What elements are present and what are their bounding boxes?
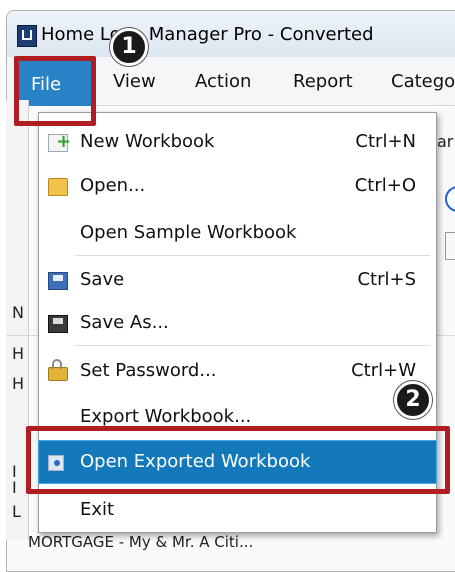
menu-action[interactable]: Action [195,71,251,92]
menu-item-label: Exit [80,499,115,520]
background-row-label: I [12,478,17,497]
menu-item-save[interactable]: Save Ctrl+S [39,259,436,301]
save-disk-icon [48,272,68,290]
menu-item-new-workbook[interactable]: New Workbook Ctrl+N [39,121,436,163]
menu-separator [75,345,430,346]
menu-item-open-sample-workbook[interactable]: Open Sample Workbook [39,212,436,254]
menu-item-shortcut: Ctrl+S [357,269,416,290]
background-row-label: L [12,502,21,521]
window-title: Home Loan Manager Pro - Converted [41,24,374,45]
menu-item-label: New Workbook [80,131,215,152]
background-row-label: H [12,344,25,363]
menu-item-label: Export Workbook... [80,406,252,427]
menu-item-label: Open Sample Workbook [80,222,297,243]
app-house-icon [17,25,37,47]
menu-report[interactable]: Report [293,71,353,92]
menu-item-open[interactable]: Open... Ctrl+O [39,165,436,207]
new-workbook-icon [48,131,71,152]
title-bar: Home Loan Manager Pro - Converted [7,11,455,57]
menu-item-shortcut: Ctrl+N [355,131,416,152]
menu-item-shortcut: Ctrl+O [354,175,416,196]
menu-item-shortcut: Ctrl+W [351,360,416,381]
step-badge-1: 1 [110,28,148,66]
menu-separator [75,255,430,256]
save-as-icon [48,315,68,333]
background-row-label: N [12,303,24,322]
callout-box-open-exported [26,426,450,494]
lock-icon [48,359,68,381]
background-row-label: H [12,374,25,393]
background-control [445,232,455,260]
menu-view[interactable]: View [113,71,156,92]
background-text-fragment: ar [437,132,454,151]
open-folder-icon [48,178,68,196]
menu-item-label: Open... [80,175,146,196]
menu-item-set-password[interactable]: Set Password... Ctrl+W [39,350,436,392]
background-bottom-text: MORTGAGE - My & Mr. A Citi... [28,533,254,551]
menu-item-label: Save As... [80,312,169,333]
step-badge-2: 2 [394,381,432,419]
menu-item-save-as[interactable]: Save As... [39,302,436,344]
menu-item-exit[interactable]: Exit [39,489,436,531]
menu-category[interactable]: Catego [391,71,455,92]
callout-box-file [14,56,96,126]
menu-item-label: Save [80,269,125,290]
menu-item-label: Set Password... [80,360,217,381]
